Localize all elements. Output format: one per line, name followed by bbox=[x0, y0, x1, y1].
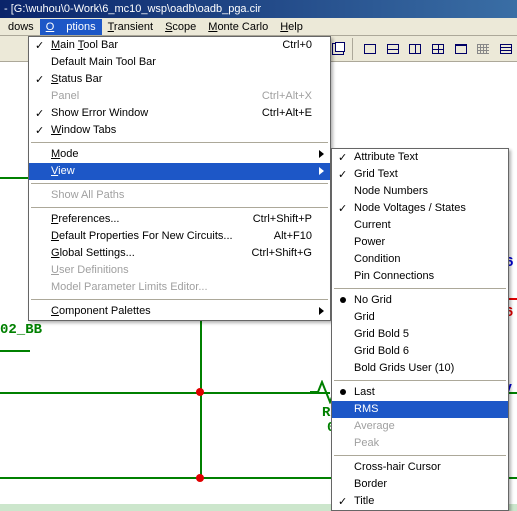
checkmark-icon: ✓ bbox=[338, 494, 347, 511]
menu-separator bbox=[334, 288, 506, 289]
toolbar-tile-h[interactable] bbox=[382, 38, 404, 60]
view-submenu: ✓Attribute Text ✓Grid Text Node Numbers … bbox=[331, 148, 509, 511]
vi-grid-bold6[interactable]: Grid Bold 6 bbox=[332, 343, 508, 360]
vi-crosshair[interactable]: Cross-hair Cursor bbox=[332, 459, 508, 476]
mi-default-props[interactable]: Default Properties For New Circuits...Al… bbox=[29, 228, 330, 245]
mi-mode[interactable]: Mode bbox=[29, 146, 330, 163]
vi-no-grid[interactable]: No Grid bbox=[332, 292, 508, 309]
mi-preferences[interactable]: Preferences...Ctrl+Shift+P bbox=[29, 211, 330, 228]
checkmark-icon: ✓ bbox=[35, 123, 44, 140]
toolbar-grid4[interactable] bbox=[427, 38, 449, 60]
vi-node-voltages[interactable]: ✓Node Voltages / States bbox=[332, 200, 508, 217]
menu-separator bbox=[334, 455, 506, 456]
submenu-arrow-icon bbox=[319, 167, 324, 175]
vi-node-numbers[interactable]: Node Numbers bbox=[332, 183, 508, 200]
toolbar-cascade[interactable] bbox=[359, 38, 381, 60]
mi-component-palettes[interactable]: Component Palettes bbox=[29, 303, 330, 320]
title-bar: - [G:\wuhou\0-Work\6_mc10_wsp\oadb\oadb_… bbox=[0, 0, 517, 18]
submenu-arrow-icon bbox=[319, 150, 324, 158]
mi-global-settings[interactable]: Global Settings...Ctrl+Shift+G bbox=[29, 245, 330, 262]
menu-separator bbox=[31, 142, 328, 143]
vi-grid-text[interactable]: ✓Grid Text bbox=[332, 166, 508, 183]
menu-montecarlo[interactable]: Monte Carlo bbox=[202, 19, 274, 35]
window-title: - [G:\wuhou\0-Work\6_mc10_wsp\oadb\oadb_… bbox=[4, 3, 261, 15]
checkmark-icon: ✓ bbox=[338, 201, 347, 218]
checkmark-icon: ✓ bbox=[338, 167, 347, 184]
checkmark-icon: ✓ bbox=[35, 106, 44, 123]
vi-peak[interactable]: Peak bbox=[332, 435, 508, 452]
menu-bar: dows Options Transient Scope Monte Carlo… bbox=[0, 18, 517, 36]
toolbar-max[interactable] bbox=[450, 38, 472, 60]
vi-rms[interactable]: RMS bbox=[332, 401, 508, 418]
mi-default-toolbar[interactable]: Default Main Tool Bar bbox=[29, 54, 330, 71]
checkmark-icon: ✓ bbox=[35, 72, 44, 89]
vi-bold-grids-user[interactable]: Bold Grids User (10) bbox=[332, 360, 508, 377]
label-02bb: 02_BB bbox=[0, 322, 42, 338]
mi-main-toolbar[interactable]: ✓Main Tool BarCtrl+0 bbox=[29, 37, 330, 54]
options-dropdown: ✓Main Tool BarCtrl+0 Default Main Tool B… bbox=[28, 36, 331, 321]
submenu-arrow-icon bbox=[319, 307, 324, 315]
checkmark-icon: ✓ bbox=[338, 150, 347, 167]
toolbar-list[interactable] bbox=[495, 38, 517, 60]
mi-show-all-paths[interactable]: Show All Paths bbox=[29, 187, 330, 204]
vi-title[interactable]: ✓Title bbox=[332, 493, 508, 510]
radio-icon bbox=[340, 297, 346, 303]
menu-separator bbox=[31, 183, 328, 184]
vi-grid-bold5[interactable]: Grid Bold 5 bbox=[332, 326, 508, 343]
toolbar-grid[interactable] bbox=[473, 38, 495, 60]
vi-current[interactable]: Current bbox=[332, 217, 508, 234]
menu-separator bbox=[31, 207, 328, 208]
vi-condition[interactable]: Condition bbox=[332, 251, 508, 268]
wire bbox=[0, 177, 30, 179]
menu-windows[interactable]: dows bbox=[2, 19, 40, 35]
mi-window-tabs[interactable]: ✓Window Tabs bbox=[29, 122, 330, 139]
wire bbox=[0, 350, 30, 352]
mi-view[interactable]: View bbox=[29, 163, 330, 180]
node bbox=[196, 474, 204, 482]
vi-grid[interactable]: Grid bbox=[332, 309, 508, 326]
mi-show-error[interactable]: ✓Show Error WindowCtrl+Alt+E bbox=[29, 105, 330, 122]
vi-border[interactable]: Border bbox=[332, 476, 508, 493]
mi-model-params[interactable]: Model Parameter Limits Editor... bbox=[29, 279, 330, 296]
checkmark-icon: ✓ bbox=[35, 38, 44, 55]
mi-user-defs[interactable]: User Definitions bbox=[29, 262, 330, 279]
vi-last[interactable]: Last bbox=[332, 384, 508, 401]
vi-attribute-text[interactable]: ✓Attribute Text bbox=[332, 149, 508, 166]
vi-power[interactable]: Power bbox=[332, 234, 508, 251]
toolbar-tile-v[interactable] bbox=[405, 38, 427, 60]
mi-status-bar[interactable]: ✓Status Bar bbox=[29, 71, 330, 88]
toolbar-separator bbox=[352, 38, 356, 60]
radio-icon bbox=[340, 389, 346, 395]
menu-separator bbox=[31, 299, 328, 300]
node bbox=[196, 388, 204, 396]
menu-help[interactable]: Help bbox=[274, 19, 309, 35]
menu-scope[interactable]: Scope bbox=[159, 19, 202, 35]
vi-pin-connections[interactable]: Pin Connections bbox=[332, 268, 508, 285]
mi-panel[interactable]: PanelCtrl+Alt+X bbox=[29, 88, 330, 105]
vi-average[interactable]: Average bbox=[332, 418, 508, 435]
menu-separator bbox=[334, 380, 506, 381]
wire bbox=[0, 392, 330, 394]
menu-transient[interactable]: Transient bbox=[102, 19, 159, 35]
menu-options[interactable]: Options bbox=[40, 19, 102, 35]
